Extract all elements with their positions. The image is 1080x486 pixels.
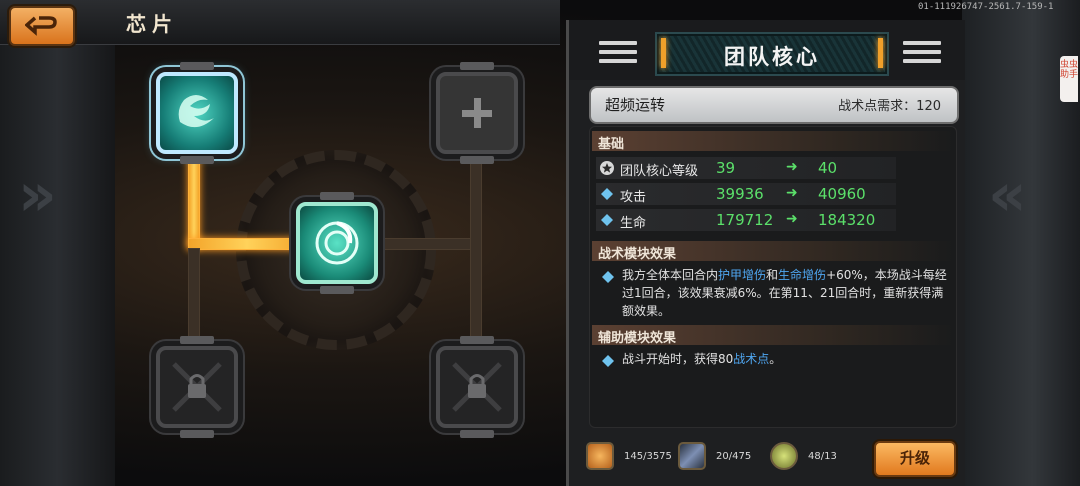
assist-effect-text: 战斗开始时，获得80战术点。 [622, 352, 782, 366]
top-bar: 芯片 [0, 0, 560, 46]
stat-to: 184320 [818, 211, 876, 229]
panel-header: 团队核心 [569, 20, 965, 80]
panel-title: 团队核心 [724, 45, 820, 69]
chip-slot-core[interactable] [296, 192, 378, 294]
arrow-right-icon: ➜ [786, 185, 798, 201]
lock-icon [172, 362, 222, 412]
hp-bonus-term: 生命增伤 [778, 268, 827, 282]
skill-name: 超频运转 [605, 96, 666, 114]
plus-icon [462, 98, 492, 128]
swirl-chip-icon [178, 95, 214, 128]
stat-to: 40960 [818, 185, 866, 203]
build-id-text: 01-111926747-2561.7-159-1 [918, 2, 1054, 12]
back-button[interactable] [9, 6, 75, 46]
helper-tab[interactable]: 虫虫助手 [1060, 56, 1078, 102]
tactical-point-term: 战术点 [733, 352, 770, 366]
section-header-base: 基础 [592, 131, 954, 152]
skill-row: 超频运转 战术点需求：120 [589, 86, 959, 124]
skill-requirement: 战术点需求：120 [838, 99, 941, 114]
page-title: 芯片 [126, 12, 178, 36]
info-box: 基础 团队核心等级 39 ➜ 40 攻击 39936 ➜ 40960 生命 17… [589, 126, 957, 428]
stat-label: 生命 [620, 216, 647, 231]
diamond-bullet-icon [602, 271, 614, 283]
chevron-decor-icon: » [18, 160, 57, 230]
star-icon [600, 161, 614, 175]
panel-title-plate: 团队核心 [655, 32, 889, 76]
active-connector-vertical [188, 150, 200, 248]
arrow-right-icon: ➜ [786, 159, 798, 175]
active-connector-horizontal [188, 238, 306, 250]
chip-slot-top-left[interactable] [156, 62, 238, 164]
diamond-bullet-icon [602, 355, 614, 367]
diamond-bullet-icon [601, 214, 613, 226]
chip-slot-bottom-right[interactable] [436, 336, 518, 438]
stat-from: 179712 [716, 211, 774, 229]
connector [376, 238, 478, 250]
resource-amount: 145/3575 [624, 451, 672, 462]
gold-gear-icon [770, 442, 798, 470]
left-wall: » [0, 0, 115, 486]
upgrade-button[interactable]: 升级 [874, 441, 956, 477]
stat-row: 团队核心等级 39 ➜ 40 [596, 157, 896, 179]
stat-label: 团队核心等级 [620, 164, 699, 179]
stat-to: 40 [818, 159, 838, 177]
resource-amount: 48/13 [808, 451, 837, 462]
chevron-decor-icon: « [988, 160, 1027, 230]
armor-bonus-term: 护甲增伤 [718, 268, 767, 282]
connector [470, 150, 482, 348]
upgrade-cost-bar: 145/3575 20/475 48/13 升级 [580, 438, 960, 486]
diamond-bullet-icon [601, 188, 613, 200]
chip-slot-top-right[interactable] [436, 62, 518, 164]
arrow-right-icon: ➜ [786, 211, 798, 227]
detail-panel: 团队核心 超频运转 战术点需求：120 基础 团队核心等级 39 ➜ 40 攻击… [566, 20, 965, 486]
stat-row: 生命 179712 ➜ 184320 [596, 209, 896, 231]
hamburger-icon[interactable] [599, 41, 637, 68]
resource-amount: 20/475 [716, 451, 752, 462]
hamburger-icon[interactable] [903, 41, 941, 68]
stat-label: 攻击 [620, 190, 647, 205]
game-screen: » « 芯片 01-111926747-2561.7-159-1 虫虫助手 团队… [0, 0, 1080, 486]
back-arrow-icon [25, 16, 57, 36]
section-header-assist: 辅助模块效果 [592, 325, 954, 346]
orange-material-icon [586, 442, 614, 470]
tactical-effect-text: 我方全体本回合内护甲增伤和生命增伤+60%，本场战斗每经过1回合，该效果衰减6%… [622, 268, 947, 318]
blue-chip-material-icon [678, 442, 706, 470]
stat-from: 39936 [716, 185, 764, 203]
stat-row: 攻击 39936 ➜ 40960 [596, 183, 896, 205]
stat-from: 39 [716, 159, 736, 177]
chip-slot-bottom-left[interactable] [156, 336, 238, 438]
connector [188, 248, 200, 348]
section-header-tactical: 战术模块效果 [592, 241, 954, 262]
core-vortex-icon [315, 221, 359, 265]
lock-icon [452, 362, 502, 412]
